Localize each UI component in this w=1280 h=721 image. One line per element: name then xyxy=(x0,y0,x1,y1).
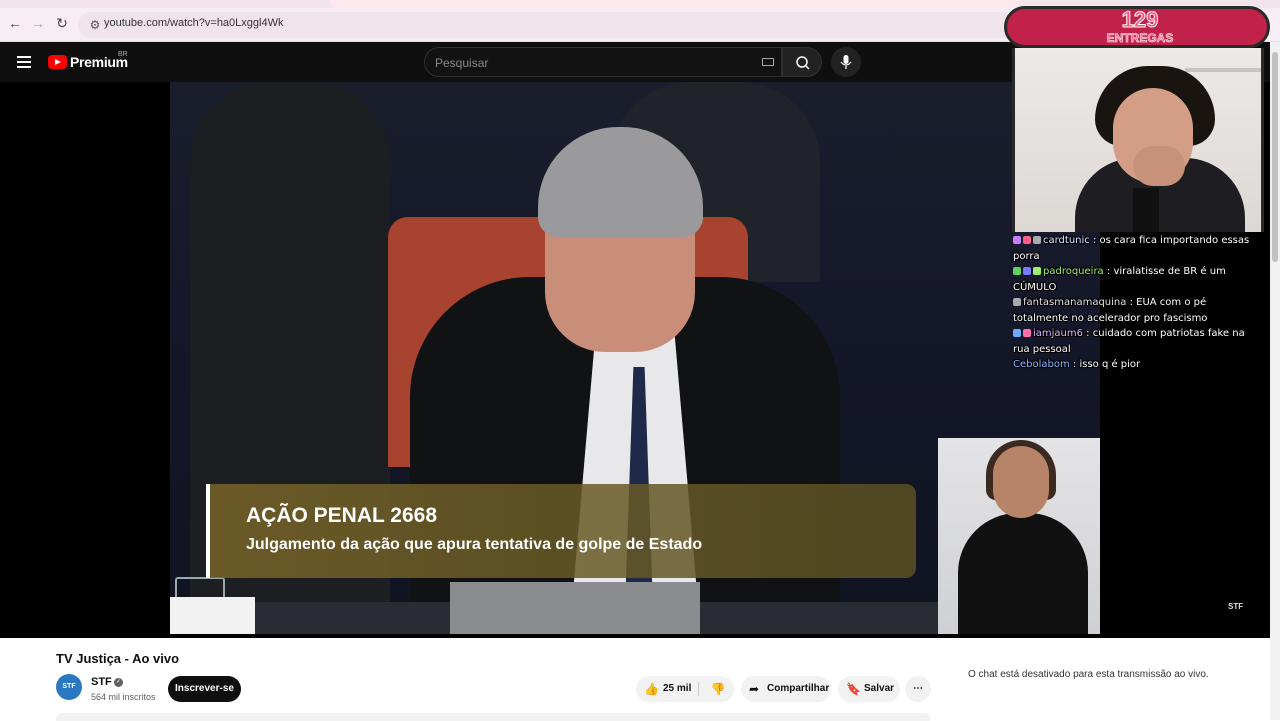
chat-username: fantasmanamaquina xyxy=(1023,297,1127,308)
chat-badge-icon xyxy=(1023,267,1031,275)
webcam-feed xyxy=(1012,48,1264,232)
microphone xyxy=(1133,188,1159,232)
interpreter-body xyxy=(958,513,1088,634)
thumbs-up-icon: 👍 xyxy=(644,682,659,696)
desk-nameplate xyxy=(450,582,700,634)
share-label: Compartilhar xyxy=(767,683,830,694)
search-box xyxy=(424,47,782,77)
bookmark-icon: 🔖 xyxy=(846,682,861,696)
back-icon[interactable]: ← xyxy=(6,14,24,32)
search-button[interactable] xyxy=(782,47,822,77)
chat-message: Cebolabom : isso q é pior xyxy=(1013,357,1263,373)
youtube-play-icon xyxy=(48,55,67,69)
chat-badge-icon xyxy=(1023,236,1031,244)
stream-chat: cardtunic : os cara fica importando essa… xyxy=(1013,233,1263,373)
more-actions-button[interactable]: ⋯ xyxy=(905,676,931,702)
chat-username: iamjaum6 xyxy=(1033,328,1083,339)
stf-watermark: STF xyxy=(1228,602,1244,611)
menu-icon[interactable] xyxy=(17,56,31,68)
chat-message: cardtunic : os cara fica importando essa… xyxy=(1013,233,1263,264)
like-dislike-group: 👍 25 mil 👎 xyxy=(636,676,734,702)
chat-username: Cebolabom xyxy=(1013,359,1070,370)
chat-disabled-notice: O chat está desativado para esta transmi… xyxy=(968,669,1209,680)
video-title: TV Justiça - Ao vivo xyxy=(56,651,180,666)
interpreter-head xyxy=(993,446,1049,518)
save-button[interactable]: 🔖 Salvar xyxy=(838,676,900,702)
page-scrollbar[interactable] xyxy=(1270,42,1280,720)
channel-name[interactable]: STF xyxy=(91,676,112,688)
streamer-hand xyxy=(1133,146,1185,186)
chat-message: padroqueira : viralatisse de BR é um CÚM… xyxy=(1013,264,1263,295)
subscriber-count: 564 mil inscritos xyxy=(91,692,156,702)
lower-third-caption: AÇÃO PENAL 2668 Julgamento da ação que a… xyxy=(206,484,916,578)
counter-number: 129 xyxy=(1121,7,1159,33)
site-info-icon[interactable]: ⚙ xyxy=(86,16,104,34)
share-icon: ➦ xyxy=(749,682,760,696)
verified-icon: ✓ xyxy=(114,678,123,687)
address-bar[interactable]: ⚙ youtube.com/watch?v=ha0Lxggl4Wk xyxy=(78,12,1018,38)
chat-badge-icon xyxy=(1013,267,1021,275)
dislike-button[interactable]: 👎 xyxy=(708,676,728,702)
video-info: TV Justiça - Ao vivo STF STF ✓ 564 mil i… xyxy=(0,638,1270,721)
chat-separator: : xyxy=(1126,297,1137,308)
subscribe-button[interactable]: Inscrever-se xyxy=(168,676,241,702)
chat-badge-icon xyxy=(1033,267,1041,275)
chat-badge-icon xyxy=(1013,236,1021,244)
voice-search-button[interactable] xyxy=(831,47,861,77)
reload-icon[interactable]: ↻ xyxy=(53,14,71,32)
sign-language-interpreter xyxy=(938,438,1100,634)
thumbs-down-icon: 👎 xyxy=(710,682,726,696)
search-input[interactable] xyxy=(435,54,735,72)
chat-message: fantasmanamaquina : EUA com o pé totalme… xyxy=(1013,295,1263,326)
counter-label: ENTREGAS xyxy=(1106,31,1174,46)
keyboard-icon[interactable] xyxy=(762,58,774,66)
more-icon: ⋯ xyxy=(913,683,923,694)
like-count: 25 mil xyxy=(663,683,692,694)
forward-icon[interactable]: → xyxy=(29,14,47,32)
search-icon xyxy=(796,56,810,70)
chat-badge-icon xyxy=(1033,236,1041,244)
chat-badge-icon xyxy=(1023,329,1031,337)
logo-country: BR xyxy=(118,51,128,58)
mic-icon xyxy=(840,55,852,69)
paper xyxy=(170,597,255,634)
chat-badge-icon xyxy=(1013,329,1021,337)
scroll-thumb[interactable] xyxy=(1272,52,1278,262)
save-label: Salvar xyxy=(864,683,895,694)
caption-title: AÇÃO PENAL 2668 xyxy=(246,504,438,527)
chat-badge-icon xyxy=(1013,298,1021,306)
chat-separator: : xyxy=(1083,328,1093,339)
url-text[interactable]: youtube.com/watch?v=ha0Lxggl4Wk xyxy=(104,17,283,29)
deliveries-counter: 129 ENTREGAS xyxy=(1004,6,1270,48)
like-button[interactable]: 👍 25 mil xyxy=(636,676,698,702)
chat-text: isso q é pior xyxy=(1079,359,1141,370)
chat-separator: : xyxy=(1103,266,1114,277)
active-tab[interactable] xyxy=(330,0,1020,8)
caption-subtitle: Julgamento da ação que apura tentativa d… xyxy=(246,536,703,553)
shelf xyxy=(1185,68,1261,72)
chat-message: iamjaum6 : cuidado com patriotas fake na… xyxy=(1013,326,1263,357)
chat-username: padroqueira xyxy=(1043,266,1104,277)
share-button[interactable]: ➦ Compartilhar xyxy=(741,676,831,702)
chat-separator: : xyxy=(1089,235,1100,246)
chat-separator: : xyxy=(1069,359,1080,370)
chat-username: cardtunic xyxy=(1043,235,1090,246)
channel-avatar[interactable]: STF xyxy=(56,674,82,700)
divider xyxy=(698,682,699,696)
